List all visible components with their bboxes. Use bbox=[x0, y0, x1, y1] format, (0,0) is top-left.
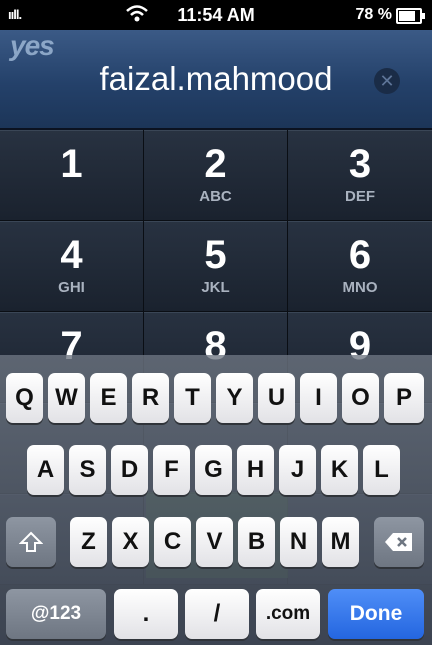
dial-key-number: 5 bbox=[204, 233, 227, 277]
key-i[interactable]: I bbox=[300, 373, 337, 423]
dial-key-letters: GHI bbox=[58, 279, 85, 296]
key-a[interactable]: A bbox=[27, 445, 64, 495]
entry-field[interactable]: faizal.mahmood bbox=[0, 60, 432, 98]
dot-com-key[interactable]: .com bbox=[256, 589, 320, 639]
key-n[interactable]: N bbox=[280, 517, 317, 567]
dial-key-number: 1 bbox=[60, 142, 83, 186]
dial-key-letters: JKL bbox=[201, 279, 230, 296]
key-q[interactable]: Q bbox=[6, 373, 43, 423]
key-f[interactable]: F bbox=[153, 445, 190, 495]
key-o[interactable]: O bbox=[342, 373, 379, 423]
key-j[interactable]: J bbox=[279, 445, 316, 495]
dial-key-letters: ABC bbox=[199, 188, 232, 205]
key-b[interactable]: B bbox=[238, 517, 275, 567]
key-u[interactable]: U bbox=[258, 373, 295, 423]
key-w[interactable]: W bbox=[48, 373, 85, 423]
entry-header: yes faizal.mahmood ✕ bbox=[0, 30, 432, 130]
key-d[interactable]: D bbox=[111, 445, 148, 495]
key-r[interactable]: R bbox=[132, 373, 169, 423]
dial-key-number: 6 bbox=[348, 233, 372, 277]
key-m[interactable]: M bbox=[322, 517, 359, 567]
battery-percent: 78 % bbox=[355, 6, 392, 23]
shift-icon bbox=[18, 531, 44, 552]
key-g[interactable]: G bbox=[195, 445, 232, 495]
dial-key-letters: DEF bbox=[345, 188, 375, 205]
key-k[interactable]: K bbox=[321, 445, 358, 495]
dial-key-number: 2 bbox=[204, 142, 227, 186]
app-screen: ııll. 11:54 AM 78 % yes faizal.mahmood ✕… bbox=[0, 0, 432, 645]
dial-key-2[interactable]: 2 ABC bbox=[144, 130, 288, 221]
dial-key-number: 4 bbox=[60, 233, 83, 277]
battery-fill bbox=[399, 11, 415, 21]
dial-key-5[interactable]: 5 JKL bbox=[144, 221, 288, 312]
key-p[interactable]: P bbox=[384, 373, 424, 423]
key-c[interactable]: C bbox=[154, 517, 191, 567]
dial-key-1[interactable]: 1 bbox=[0, 130, 144, 221]
slash-key[interactable]: / bbox=[185, 589, 249, 639]
status-bar: ııll. 11:54 AM 78 % bbox=[0, 0, 432, 30]
key-y[interactable]: Y bbox=[216, 373, 253, 423]
key-s[interactable]: S bbox=[69, 445, 106, 495]
key-l[interactable]: L bbox=[363, 445, 400, 495]
done-button[interactable]: Done bbox=[328, 589, 424, 639]
battery-icon bbox=[396, 8, 425, 24]
backspace-key[interactable] bbox=[374, 517, 424, 567]
key-z[interactable]: Z bbox=[70, 517, 107, 567]
dial-key-4[interactable]: 4 GHI bbox=[0, 221, 144, 312]
shift-key[interactable] bbox=[6, 517, 56, 567]
backspace-icon bbox=[385, 533, 412, 551]
clear-icon[interactable]: ✕ bbox=[374, 68, 400, 94]
dial-key-letters: MNO bbox=[342, 279, 378, 296]
keyboard: Q W E R T Y U I O P A S D F G H J K L Z … bbox=[0, 355, 432, 645]
key-t[interactable]: T bbox=[174, 373, 211, 423]
app-logo: yes bbox=[10, 30, 55, 61]
key-x[interactable]: X bbox=[112, 517, 149, 567]
key-h[interactable]: H bbox=[237, 445, 274, 495]
dial-key-3[interactable]: 3 DEF bbox=[288, 130, 432, 221]
dial-key-number: 3 bbox=[348, 142, 372, 186]
dial-key-6[interactable]: 6 MNO bbox=[288, 221, 432, 312]
key-e[interactable]: E bbox=[90, 373, 127, 423]
period-key[interactable]: . bbox=[114, 589, 178, 639]
numbers-mode-key[interactable]: @123 bbox=[6, 589, 106, 639]
key-v[interactable]: V bbox=[196, 517, 233, 567]
